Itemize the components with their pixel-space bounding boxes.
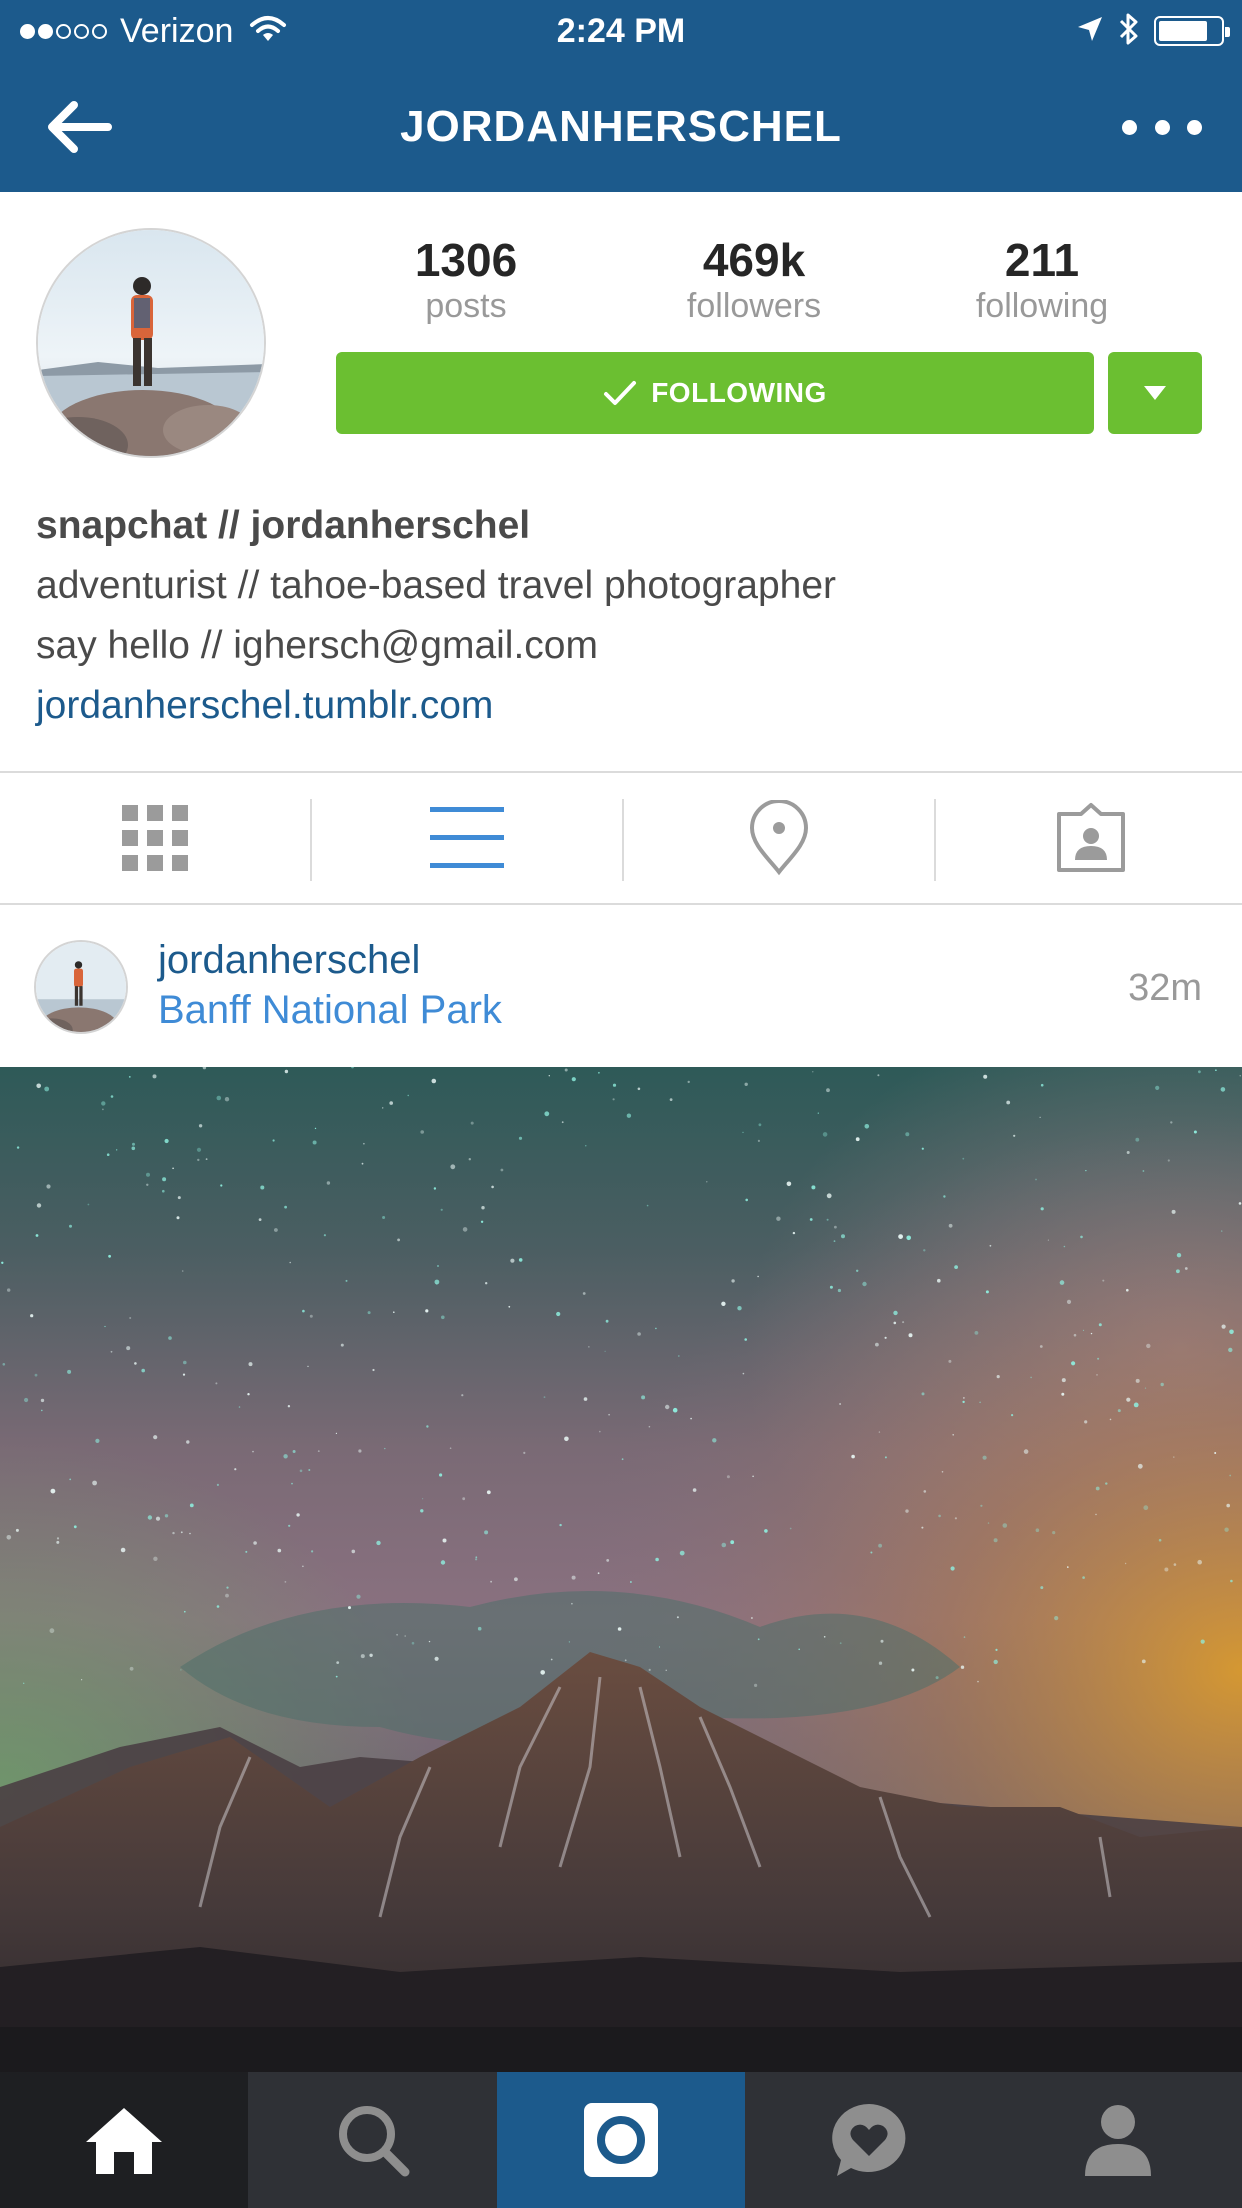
profile-username-title: JORDANHERSCHEL [400, 102, 842, 151]
bio-line: say hello // ighersch@gmail.com [36, 624, 598, 667]
person-icon [1084, 2105, 1151, 2176]
stat-label: posts [425, 287, 507, 325]
bottom-tab-bar [0, 2072, 1242, 2208]
status-time: 2:24 PM [556, 12, 686, 50]
posts-count: 1306 posts [336, 232, 596, 324]
bluetooth-icon [1118, 12, 1140, 51]
stat-value: 1306 [414, 234, 518, 286]
following-button-label: FOLLOWING [651, 377, 827, 408]
search-icon [338, 2106, 410, 2177]
tab-profile[interactable] [994, 2072, 1242, 2208]
following-count[interactable]: 211 following [912, 232, 1172, 324]
post-timestamp: 32m [1128, 967, 1202, 1009]
nav-bar: JORDANHERSCHEL [0, 62, 1242, 192]
bio-name: snapchat // jordanherschel [36, 504, 531, 547]
tab-activity[interactable] [745, 2072, 993, 2208]
battery-icon [1154, 16, 1230, 46]
location-arrow-icon [1076, 15, 1104, 48]
triangle-down-icon [1144, 386, 1166, 400]
stat-value: 469k [702, 234, 806, 286]
more-icon [1122, 119, 1137, 135]
grid-icon [122, 805, 188, 871]
profile-stats: 1306 posts 469k followers 211 following [336, 232, 1196, 332]
post-photo[interactable] [0, 1067, 1242, 2072]
post-author-username[interactable]: jordanherschel [158, 935, 420, 985]
status-bar: Verizon 2:24 PM [0, 0, 1242, 62]
list-icon [430, 807, 504, 868]
status-right [1076, 10, 1230, 52]
tab-search[interactable] [248, 2072, 496, 2208]
checkmark-icon [604, 381, 637, 405]
post-location-link[interactable]: Banff National Park [158, 985, 502, 1035]
location-pin-icon [749, 800, 809, 876]
more-options-button[interactable] [1122, 102, 1202, 152]
stat-value: 211 [1004, 234, 1080, 286]
stat-label: following [975, 287, 1109, 325]
post-header: jordanherschel Banff National Park 32m [0, 905, 1242, 1067]
top-bar: Verizon 2:24 PM JORDANHERSCHEL [0, 0, 1242, 192]
bio-line: adventurist // tahoe-based travel photog… [36, 564, 837, 607]
tab-home[interactable] [0, 2072, 249, 2208]
bio-website-link[interactable]: jordanherschel.tumblr.com [36, 676, 1216, 736]
profile-view-tabs [0, 771, 1242, 905]
stat-label: followers [686, 287, 822, 325]
profile-avatar[interactable] [36, 228, 266, 458]
followers-count[interactable]: 469k followers [624, 232, 884, 324]
profile-bio: snapchat // jordanherschel adventurist /… [36, 496, 1216, 736]
tab-tagged-view[interactable] [936, 773, 1242, 903]
home-icon [86, 2108, 163, 2174]
tab-places-view[interactable] [624, 773, 934, 903]
tagged-photos-icon [1057, 803, 1125, 872]
tab-list-view[interactable] [312, 773, 622, 903]
tab-camera[interactable] [496, 2072, 746, 2208]
heart-bubble-icon [832, 2104, 906, 2176]
following-button[interactable]: FOLLOWING [336, 352, 1094, 434]
suggested-dropdown-button[interactable] [1108, 352, 1202, 434]
camera-icon [583, 2103, 658, 2177]
post-author-avatar[interactable] [34, 940, 128, 1034]
tab-grid-view[interactable] [0, 773, 310, 903]
